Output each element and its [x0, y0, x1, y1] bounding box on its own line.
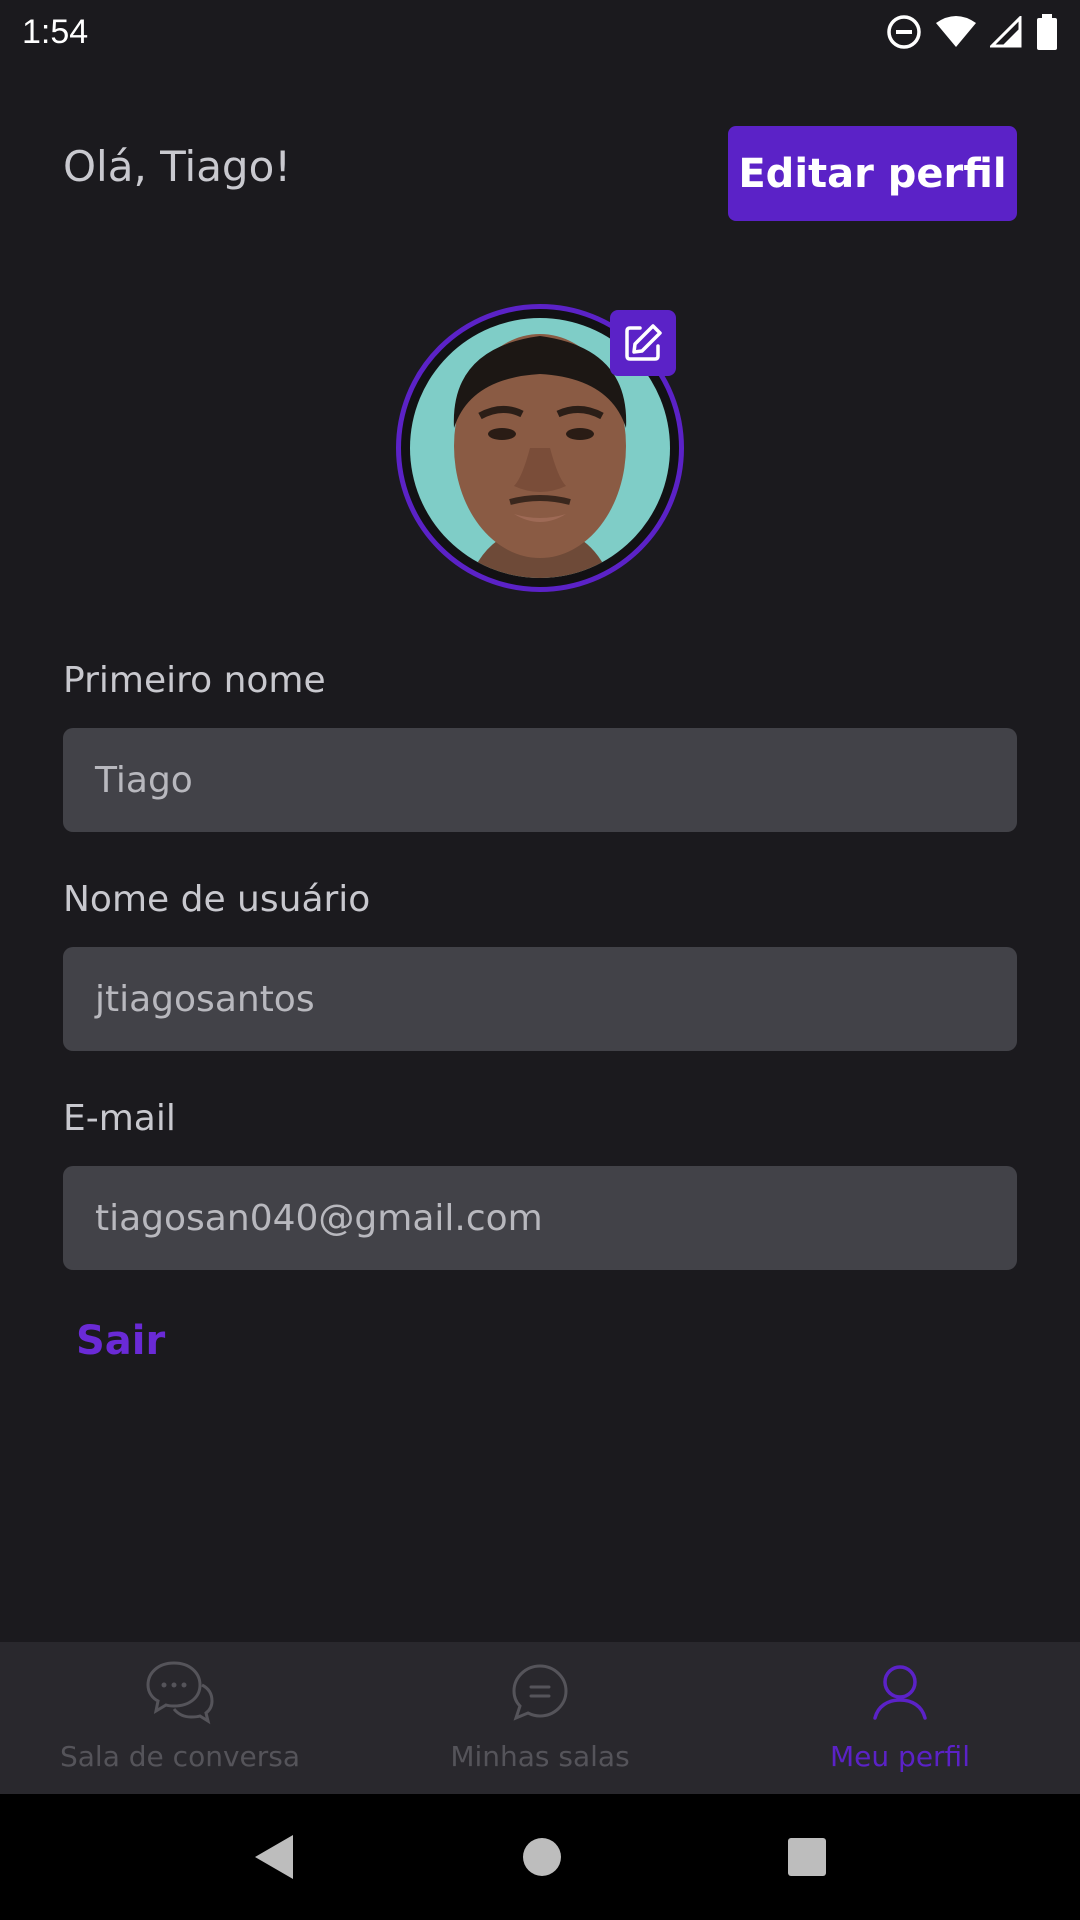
nav-label-my-profile: Meu perfil [830, 1740, 970, 1773]
chat-bubbles-icon [144, 1656, 216, 1728]
chat-rooms-icon [504, 1656, 576, 1728]
home-icon[interactable] [522, 1837, 562, 1877]
bottom-nav: Sala de conversa Minhas salas Meu perfil [0, 1642, 1080, 1794]
nav-item-my-profile[interactable]: Meu perfil [720, 1642, 1080, 1794]
first-name-label: Primeiro nome [63, 660, 326, 701]
edit-icon [625, 324, 662, 361]
user-icon [864, 1656, 936, 1728]
battery-icon [1037, 14, 1057, 50]
nav-item-chat-room[interactable]: Sala de conversa [0, 1642, 360, 1794]
do-not-disturb-icon [887, 15, 921, 49]
nav-label-chat-room: Sala de conversa [60, 1740, 300, 1773]
back-icon[interactable] [253, 1833, 297, 1881]
username-field[interactable]: jtiagosantos [63, 947, 1017, 1051]
edit-profile-button[interactable]: Editar perfil [728, 126, 1017, 221]
recents-icon[interactable] [787, 1837, 827, 1877]
status-time: 1:54 [22, 12, 89, 51]
wifi-icon [936, 16, 976, 47]
signal-icon [990, 16, 1022, 48]
first-name-field[interactable]: Tiago [63, 728, 1017, 832]
nav-item-my-rooms[interactable]: Minhas salas [360, 1642, 720, 1794]
status-bar: 1:54 [0, 0, 1080, 64]
email-label: E-mail [63, 1098, 176, 1139]
edit-avatar-button[interactable] [610, 310, 676, 376]
greeting-text: Olá, Tiago! [63, 142, 292, 191]
status-icons [886, 14, 1058, 50]
nav-label-my-rooms: Minhas salas [450, 1740, 630, 1773]
username-label: Nome de usuário [63, 879, 371, 920]
system-nav-bar [0, 1794, 1080, 1920]
logout-link[interactable]: Sair [76, 1318, 165, 1364]
avatar-container [396, 304, 684, 592]
email-field[interactable]: tiagosan040@gmail.com [63, 1166, 1017, 1270]
